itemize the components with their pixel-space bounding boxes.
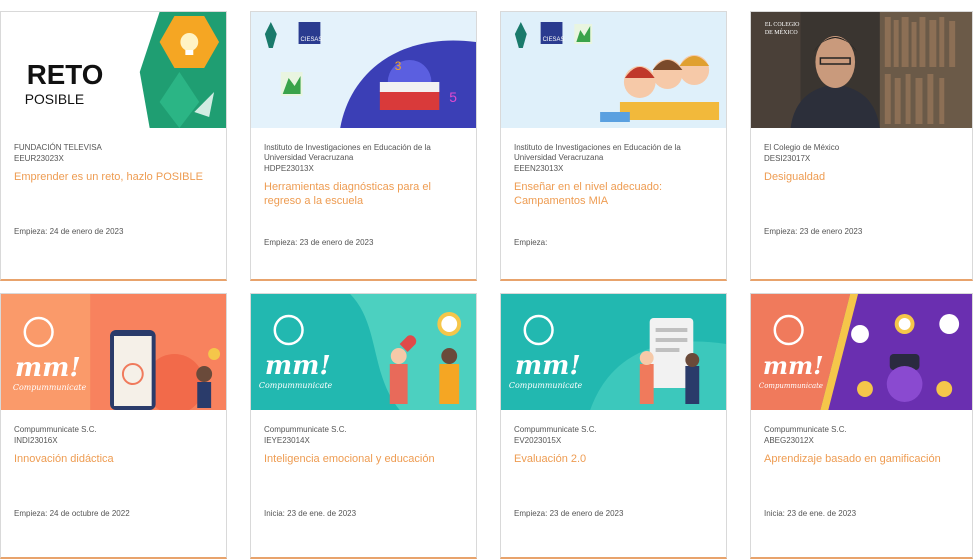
course-info: FUNDACIÓN TELEVISA EEUR23023X Emprender …: [14, 143, 216, 184]
thumb-logo-text: mm!: [763, 352, 824, 380]
course-code: EV2023015X: [514, 436, 562, 445]
course-org: Instituto de Investigaciones en Educació…: [264, 143, 431, 162]
course-start-date: Empieza:: [514, 238, 548, 247]
thumb-logo-text: mm!: [265, 351, 331, 381]
course-info: Compummunicate S.C. INDI23016X Innovació…: [14, 425, 216, 466]
course-code: EEEN23013X: [514, 164, 564, 173]
thumb-logo-text: CIESAS: [543, 37, 565, 43]
course-thumbnail[interactable]: mm! Compummunicate: [1, 294, 226, 410]
thumb-logo-text: EL COLEGIO: [765, 22, 800, 28]
course-start-date: Empieza: 24 de enero de 2023: [14, 227, 124, 236]
course-title[interactable]: Evaluación 2.0: [514, 452, 716, 466]
course-card[interactable]: RETO POSIBLE FUNDACIÓN TELEVISA EEUR2302…: [0, 11, 227, 281]
course-title[interactable]: Inteligencia emocional y educación: [264, 452, 466, 466]
course-card[interactable]: mm! Compummunicate Compummunicate S.C. A…: [750, 293, 973, 559]
course-org: Compummunicate S.C.: [764, 425, 847, 434]
thumb-logo-text: mm!: [515, 351, 581, 381]
course-card[interactable]: mm! Compummunicate Compummunicate S.C. E…: [500, 293, 727, 559]
thumb-logo-text: mm!: [15, 353, 81, 383]
course-title[interactable]: Herramientas diagnósticas para el regres…: [264, 180, 466, 208]
course-grid: RETO POSIBLE FUNDACIÓN TELEVISA EEUR2302…: [0, 0, 973, 559]
thumb-logo-subtext: POSIBLE: [25, 91, 84, 107]
course-thumbnail[interactable]: mm! Compummunicate: [501, 294, 726, 410]
course-start-date: Empieza: 23 de enero de 2023: [264, 238, 374, 247]
course-start-date: Empieza: 23 de enero 2023: [764, 227, 863, 236]
course-info: Instituto de Investigaciones en Educació…: [264, 143, 466, 208]
course-org: El Colegio de México: [764, 143, 840, 152]
course-info: Compummunicate S.C. EV2023015X Evaluació…: [514, 425, 716, 466]
course-org: FUNDACIÓN TELEVISA: [14, 143, 102, 152]
svg-text:3: 3: [395, 59, 402, 73]
course-title[interactable]: Desigualdad: [764, 170, 962, 184]
course-info: El Colegio de México DESI23017X Desigual…: [764, 143, 962, 184]
course-card[interactable]: CIESAS Instituto de Investigaciones en E…: [500, 11, 727, 281]
thumb-logo-subtext: Compummunicate: [13, 383, 87, 392]
svg-text:5: 5: [449, 89, 457, 105]
course-card[interactable]: mm! Compummunicate Compummunicate S.C. I…: [0, 293, 227, 559]
course-org: Instituto de Investigaciones en Educació…: [514, 143, 681, 162]
course-code: EEUR23023X: [14, 154, 64, 163]
course-thumbnail[interactable]: EL COLEGIO DE MÉXICO: [751, 12, 972, 128]
course-title[interactable]: Aprendizaje basado en gamificación: [764, 452, 962, 466]
thumb-logo-subtext: Compummunicate: [509, 381, 583, 390]
thumb-logo-subtext: Compummunicate: [759, 382, 823, 390]
course-code: IEYE23014X: [264, 436, 310, 445]
course-info: Compummunicate S.C. ABEG23012X Aprendiza…: [764, 425, 962, 466]
course-thumbnail[interactable]: RETO POSIBLE: [1, 12, 226, 128]
course-card[interactable]: EL COLEGIO DE MÉXICO El Colegio de Méxic…: [750, 11, 973, 281]
course-org: Compummunicate S.C.: [264, 425, 347, 434]
course-card[interactable]: 3 5 CIESAS Instituto de Investigaciones …: [250, 11, 477, 281]
course-info: Compummunicate S.C. IEYE23014X Inteligen…: [264, 425, 466, 466]
course-title[interactable]: Emprender es un reto, hazlo POSIBLE: [14, 170, 216, 184]
course-card[interactable]: mm! Compummunicate Compummunicate S.C. I…: [250, 293, 477, 559]
course-code: HDPE23013X: [264, 164, 314, 173]
course-start-date: Inicia: 23 de ene. de 2023: [264, 509, 357, 518]
course-info: Instituto de Investigaciones en Educació…: [514, 143, 716, 208]
course-thumbnail[interactable]: CIESAS: [501, 12, 726, 128]
course-thumbnail[interactable]: mm! Compummunicate: [251, 294, 476, 410]
course-title[interactable]: Enseñar en el nivel adecuado: Campamento…: [514, 180, 716, 208]
course-org: Compummunicate S.C.: [514, 425, 597, 434]
course-start-date: Inicia: 23 de ene. de 2023: [764, 509, 857, 518]
course-start-date: Empieza: 23 de enero de 2023: [514, 509, 624, 518]
thumb-logo-subtext: DE MÉXICO: [765, 28, 799, 36]
course-thumbnail[interactable]: mm! Compummunicate: [751, 294, 972, 410]
course-code: INDI23016X: [14, 436, 58, 445]
course-start-date: Empieza: 24 de octubre de 2022: [14, 509, 130, 518]
course-title[interactable]: Innovación didáctica: [14, 452, 216, 466]
thumb-logo-subtext: Compummunicate: [259, 381, 333, 390]
course-thumbnail[interactable]: 3 5 CIESAS: [251, 12, 476, 128]
thumb-logo-text: CIESAS: [301, 37, 323, 43]
course-org: Compummunicate S.C.: [14, 425, 97, 434]
course-code: DESI23017X: [764, 154, 811, 163]
thumb-logo-text: RETO: [27, 59, 104, 90]
course-code: ABEG23012X: [764, 436, 814, 445]
